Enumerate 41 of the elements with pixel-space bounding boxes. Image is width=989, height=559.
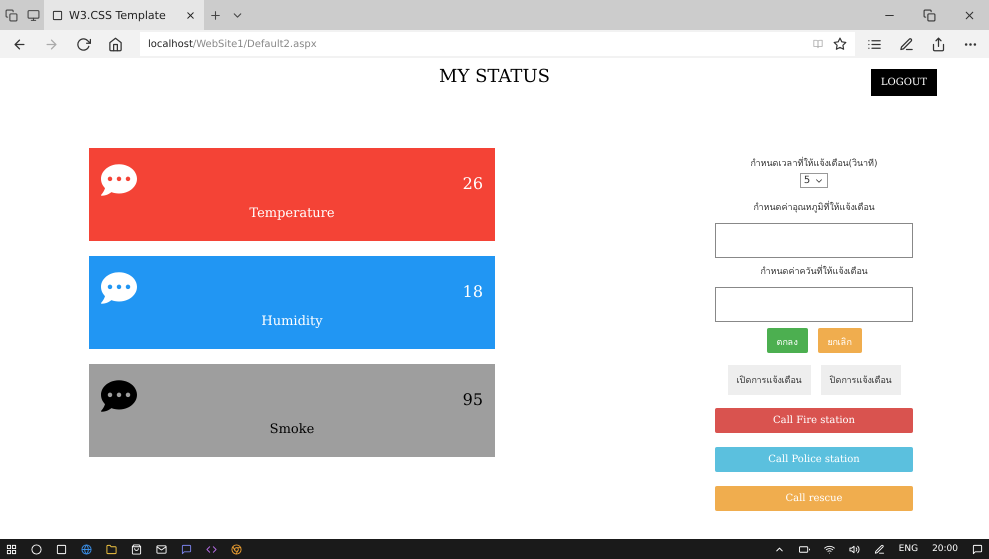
clock[interactable]: 20:00 <box>932 544 958 554</box>
temperature-label: กำหนดค่าอุณหภูมิที่ให้แจ้งเตือน <box>754 200 874 214</box>
page-icon <box>52 10 63 20</box>
status-value: 95 <box>462 390 483 409</box>
speech-bubble-icon <box>101 378 137 414</box>
smoke-label: กำหนดค่าควันที่ให้แจ้งเตือน <box>760 264 868 278</box>
code-icon[interactable] <box>206 544 217 554</box>
status-value: 26 <box>462 174 483 193</box>
speech-bubble-icon <box>101 270 137 306</box>
alert-toggle-button[interactable]: เปิดการแจ้งเตือน <box>728 365 810 395</box>
status-label: Humidity <box>261 314 323 329</box>
chat-icon[interactable] <box>181 544 192 554</box>
interval-select[interactable]: 5 <box>800 173 828 188</box>
wifi-icon[interactable] <box>824 544 835 554</box>
mail-icon[interactable] <box>156 544 167 554</box>
speech-bubble-icon <box>101 162 137 198</box>
interval-label: กำหนดเวลาที่ให้แจ้งเตือน(วินาที) <box>750 156 878 170</box>
status-value: 18 <box>462 282 483 301</box>
volume-icon[interactable] <box>848 544 860 554</box>
bag-icon[interactable] <box>131 544 142 554</box>
temperature-field[interactable] <box>715 223 913 258</box>
notifications-icon[interactable] <box>972 544 983 554</box>
address-field[interactable]: localhost/WebSite1/Default2.aspx <box>140 32 855 56</box>
task-view-icon[interactable] <box>56 544 67 554</box>
pen-icon[interactable] <box>874 544 885 554</box>
language-indicator[interactable]: ENG <box>898 544 918 554</box>
smoke-field[interactable] <box>715 287 913 322</box>
browser-tab[interactable]: W3.CSS Template <box>44 0 204 30</box>
alert-toggle-button[interactable]: ปิดการแจ้งเตือน <box>820 365 900 395</box>
status-label: Temperature <box>249 206 335 221</box>
close-icon[interactable] <box>185 10 196 20</box>
globe-icon[interactable] <box>81 544 92 554</box>
star-icon[interactable] <box>833 37 847 51</box>
call-button[interactable]: Call Fire station <box>715 408 913 433</box>
folder-icon[interactable] <box>106 544 117 554</box>
search-icon[interactable] <box>31 544 42 554</box>
page-title: MY STATUS <box>439 66 550 86</box>
logout-button[interactable]: LOGOUT <box>870 69 937 96</box>
status-label: Smoke <box>270 422 314 437</box>
battery-icon[interactable] <box>798 544 810 554</box>
windows-start-icon[interactable] <box>6 544 17 554</box>
